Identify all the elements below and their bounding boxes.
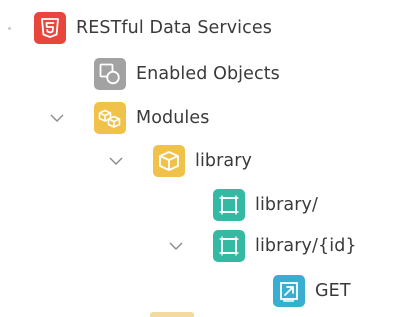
tree-node-label: library/ — [255, 195, 318, 215]
tree-node-label: Modules — [136, 108, 210, 128]
handler-icon — [273, 275, 305, 307]
enabled-objects-icon — [94, 58, 126, 90]
decorative-dot — [8, 27, 11, 30]
restful-services-icon — [34, 12, 66, 44]
chevron-down-icon[interactable] — [167, 240, 185, 252]
template-icon — [213, 230, 245, 262]
tree-node-modules[interactable]: Modules — [94, 102, 209, 134]
module-box-icon — [153, 145, 185, 177]
chevron-down-icon[interactable] — [107, 155, 125, 167]
modules-icon — [94, 102, 126, 134]
tree-node-label: library/{id} — [255, 236, 357, 256]
tree-node-library-id-template[interactable]: library/{id} — [213, 230, 357, 262]
tree-node-label: GET — [315, 281, 351, 301]
tree-node-label: library — [195, 151, 253, 171]
tree-node-library-template[interactable]: library/ — [213, 189, 318, 221]
chevron-down-icon[interactable] — [48, 112, 66, 124]
tree-node-library[interactable]: library — [153, 145, 252, 177]
rest-services-tree: RESTful Data Services Enabled Objects Mo… — [0, 0, 398, 317]
next-item-icon-edge — [150, 312, 194, 317]
tree-node-label: Enabled Objects — [136, 64, 280, 84]
template-icon — [213, 189, 245, 221]
tree-node-restful-data-services[interactable]: RESTful Data Services — [34, 12, 272, 44]
tree-node-get-handler[interactable]: GET — [273, 275, 351, 307]
tree-node-label: RESTful Data Services — [76, 18, 272, 38]
tree-node-enabled-objects[interactable]: Enabled Objects — [94, 58, 280, 90]
